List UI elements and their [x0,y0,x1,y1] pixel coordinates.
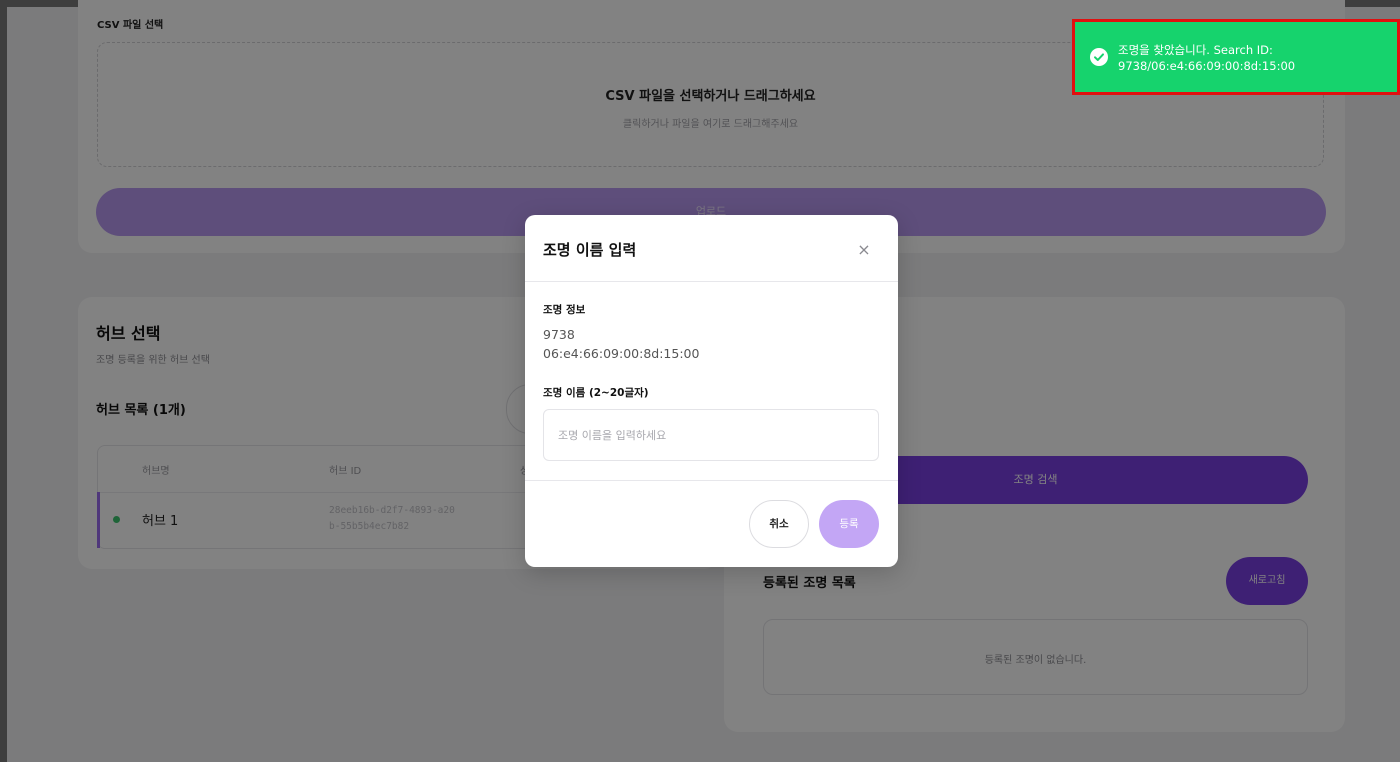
light-info-label: 조명 정보 [543,304,586,316]
modal-title: 조명 이름 입력 [543,241,637,259]
success-toast: 조명을 찾았습니다. Search ID: 9738/06:e4:66:09:0… [1072,19,1400,95]
light-info-mac: 06:e4:66:09:00:8d:15:00 [543,346,700,361]
light-name-input[interactable] [543,409,879,461]
light-info-id: 9738 [543,327,575,342]
light-name-label: 조명 이름 (2~20글자) [543,387,649,399]
cancel-button[interactable]: 취소 [749,500,809,548]
modal-header-divider [525,281,898,282]
check-circle-icon [1090,48,1108,66]
modal-footer-divider [525,480,898,481]
register-button[interactable]: 등록 [819,500,879,548]
light-name-modal: 조명 이름 입력 × 조명 정보 9738 06:e4:66:09:00:8d:… [525,215,898,567]
toast-message: 조명을 찾았습니다. Search ID: 9738/06:e4:66:09:0… [1118,43,1296,73]
close-icon[interactable]: × [851,237,877,263]
